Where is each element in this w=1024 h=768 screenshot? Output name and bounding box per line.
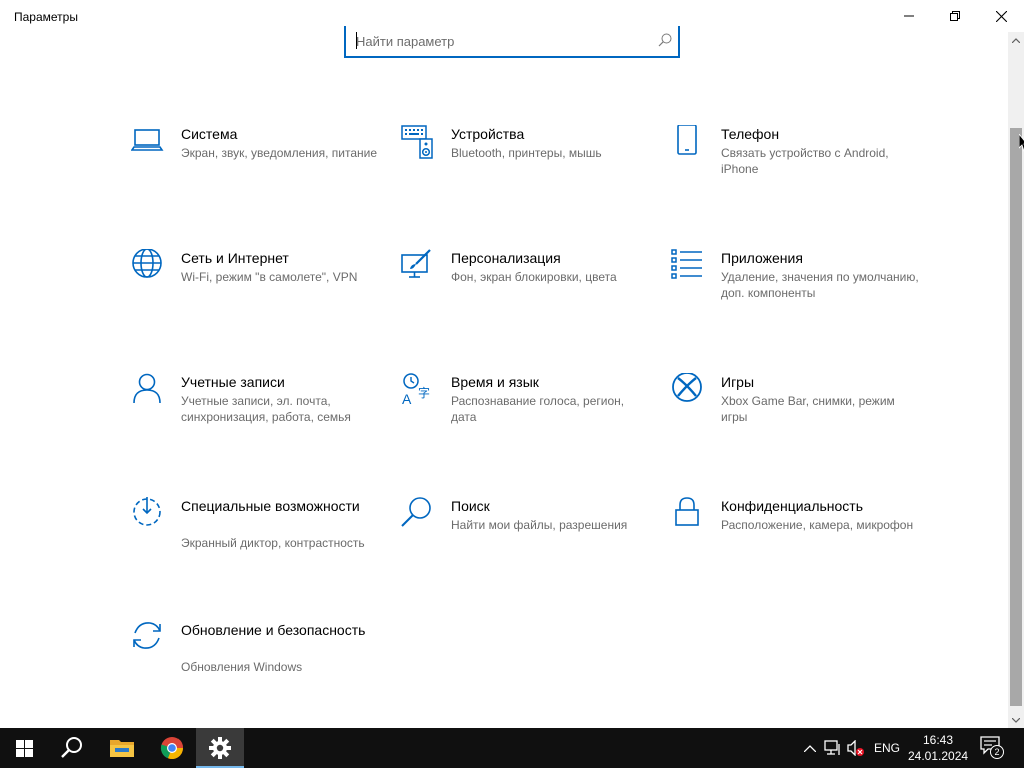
- action-center-button[interactable]: 2: [980, 736, 1008, 760]
- tile-search[interactable]: Поиск Найти мои файлы, разрешения: [401, 497, 661, 587]
- tile-description: Расположение, камера, микрофон: [721, 518, 914, 532]
- close-icon: [995, 10, 1007, 22]
- tile-title: Сеть и Интернет: [181, 250, 289, 266]
- tile-title: Обновление и безопасность: [181, 622, 366, 638]
- taskbar: ENG 16:43 24.01.2024 2: [0, 728, 1024, 768]
- show-hidden-icons-button[interactable]: [800, 738, 820, 758]
- search-input[interactable]: [356, 32, 646, 50]
- tile-title: Поиск: [451, 498, 490, 514]
- taskbar-search-button[interactable]: [48, 728, 96, 768]
- restore-icon: [950, 11, 960, 21]
- apps-list-icon: [671, 249, 702, 279]
- globe-icon: [132, 249, 162, 278]
- scroll-thumb[interactable]: [1010, 128, 1022, 706]
- network-icon: [824, 740, 840, 755]
- tile-title: Устройства: [451, 126, 525, 142]
- search-box[interactable]: [344, 26, 680, 58]
- tile-title: Игры: [721, 374, 755, 390]
- tile-title: Специальные возможности: [181, 498, 360, 514]
- tile-phone[interactable]: Телефон Связать устройство с Android, iP…: [671, 125, 931, 215]
- tile-description: Распознавание голоса, регион, дата: [451, 394, 625, 424]
- tile-accounts[interactable]: Учетные записи Учетные записи, эл. почта…: [131, 373, 391, 463]
- start-button[interactable]: [0, 728, 48, 768]
- scroll-down-button[interactable]: [1008, 712, 1024, 728]
- network-status-button[interactable]: [823, 738, 843, 758]
- tile-network[interactable]: Сеть и Интернет Wi-Fi, режим "в самолете…: [131, 249, 391, 339]
- tile-description: Bluetooth, принтеры, мышь: [451, 146, 602, 160]
- tile-time-language[interactable]: A 字 Время и язык Распознавание голоса, р…: [401, 373, 661, 463]
- tile-title: Телефон: [721, 126, 780, 142]
- volume-muted-icon: [847, 740, 864, 756]
- tile-accessibility[interactable]: Специальные возможности Экранный диктор,…: [131, 497, 391, 587]
- settings-gear-icon: [209, 737, 231, 759]
- file-explorer-icon: [110, 740, 134, 757]
- close-button[interactable]: [978, 0, 1024, 32]
- taskbar-settings[interactable]: [196, 728, 244, 768]
- tile-title: Время и язык: [451, 374, 539, 390]
- tile-description: Учетные записи, эл. почта, синхронизация…: [181, 394, 351, 424]
- minimize-button[interactable]: [886, 0, 932, 32]
- clock-time: 16:43: [922, 733, 954, 747]
- taskbar-file-explorer[interactable]: [98, 728, 146, 768]
- tile-system[interactable]: Система Экран, звук, уведомления, питани…: [131, 125, 391, 215]
- tile-description: Фон, экран блокировки, цвета: [451, 270, 617, 284]
- chrome-icon: [160, 737, 184, 760]
- clock-date: 24.01.2024: [908, 749, 969, 763]
- tile-title: Система: [181, 126, 238, 142]
- window-title: Параметры: [14, 10, 78, 24]
- minimize-icon: [904, 15, 914, 17]
- tile-description: Обновления Windows: [181, 660, 303, 674]
- volume-button[interactable]: [846, 738, 866, 758]
- phone-icon: [677, 125, 697, 155]
- settings-window: Параметры Система: [0, 0, 1024, 728]
- tile-description: Экранный диктор, контрастность: [181, 536, 365, 550]
- svg-text:字: 字: [418, 385, 430, 400]
- chevron-up-icon: [804, 744, 816, 752]
- taskbar-clock[interactable]: 16:43 24.01.2024: [908, 732, 968, 764]
- accessibility-icon: [133, 497, 161, 526]
- tile-title: Конфиденциальность: [721, 498, 864, 514]
- tile-title: Приложения: [721, 250, 803, 266]
- update-sync-icon: [133, 622, 161, 649]
- notification-count-badge: 2: [990, 745, 1004, 759]
- taskbar-chrome[interactable]: [148, 728, 196, 768]
- restore-button[interactable]: [932, 0, 978, 32]
- search-icon[interactable]: [658, 33, 672, 47]
- tile-privacy[interactable]: Конфиденциальность Расположение, камера,…: [671, 497, 931, 587]
- search-icon: [61, 737, 82, 758]
- mouse-pointer-icon: [1019, 134, 1024, 152]
- svg-text:A: A: [402, 391, 412, 407]
- laptop-icon: [131, 129, 164, 151]
- tile-description: Найти мои файлы, разрешения: [451, 518, 628, 532]
- personalization-icon: [401, 249, 431, 278]
- tile-devices[interactable]: Устройства Bluetooth, принтеры, мышь: [401, 125, 661, 215]
- devices-icon: [401, 125, 433, 159]
- tile-description: Xbox Game Bar, снимки, режим игры: [721, 394, 895, 424]
- windows-start-icon: [15, 739, 33, 757]
- chevron-up-icon: [1012, 37, 1020, 43]
- tile-title: Персонализация: [451, 250, 561, 266]
- text-caret: [356, 32, 357, 49]
- tile-apps[interactable]: Приложения Удаление, значения по умолчан…: [671, 249, 931, 339]
- input-language-indicator[interactable]: ENG: [874, 741, 900, 755]
- tile-description: Wi-Fi, режим "в самолете", VPN: [181, 270, 358, 284]
- time-language-icon: A 字: [402, 373, 430, 407]
- tile-description: Удаление, значения по умолчанию, доп. ко…: [721, 270, 919, 300]
- scroll-up-button[interactable]: [1008, 32, 1024, 48]
- tile-description: Экран, звук, уведомления, питание: [181, 146, 378, 160]
- tile-gaming[interactable]: Игры Xbox Game Bar, снимки, режим игры: [671, 373, 931, 463]
- lock-icon: [675, 497, 699, 526]
- search-magnifier-icon: [401, 497, 431, 527]
- tile-personalization[interactable]: Персонализация Фон, экран блокировки, цв…: [401, 249, 661, 339]
- tile-description: Связать устройство с Android, iPhone: [721, 146, 889, 176]
- person-icon: [133, 373, 161, 404]
- chevron-down-icon: [1012, 717, 1020, 723]
- xbox-icon: [672, 373, 702, 402]
- tile-title: Учетные записи: [181, 374, 285, 390]
- tile-update-security[interactable]: Обновление и безопасность Обновления Win…: [131, 621, 391, 711]
